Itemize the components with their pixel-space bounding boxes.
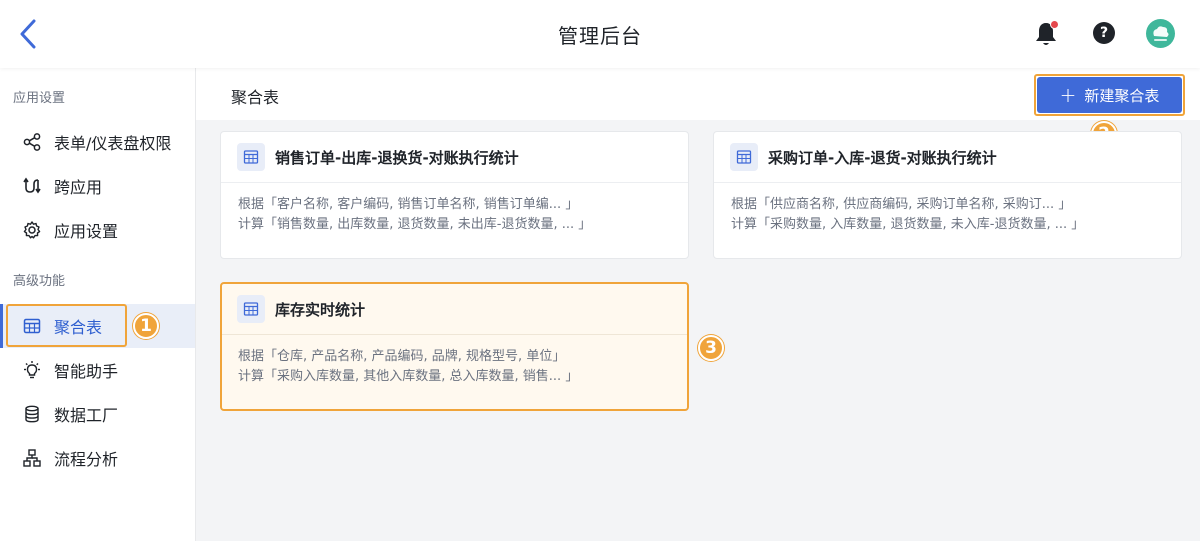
card-title: 采购订单-入库-退货-对账执行统计 [768,148,997,167]
card-group-by: 根据「供应商名称, 供应商编码, 采购订单名称, 采购订... 」 [731,197,1072,212]
card-calculate: 计算「采购数量, 入库数量, 退货数量, 未入库-退货数量, ... 」 [731,217,1085,232]
card-body: 根据「供应商名称, 供应商编码, 采购订单名称, 采购订... 」 计算「采购数… [714,183,1181,235]
avatar[interactable] [1146,19,1175,48]
sidebar-item-process-analysis[interactable]: 流程分析 [0,436,195,480]
aggregate-card[interactable]: 采购订单-入库-退货-对账执行统计 根据「供应商名称, 供应商编码, 采购订单名… [713,131,1182,259]
card-header: 采购订单-入库-退货-对账执行统计 [714,132,1181,183]
cross-app-icon [22,176,42,196]
cloud-logo-icon [1153,26,1169,41]
sidebar-item-cross-app[interactable]: 跨应用 [0,164,195,208]
annotation-box-2 [1034,74,1185,116]
sidebar-item-label: 表单/仪表盘权限 [54,134,172,153]
active-indicator [0,304,3,348]
sidebar-section-app-settings: 应用设置 [13,91,66,106]
page-title: 管理后台 [558,24,642,48]
share-icon [22,132,42,152]
sidebar-item-label: 跨应用 [54,178,103,197]
sidebar-item-label: 数据工厂 [54,406,119,425]
annotation-badge-3: 3 [698,335,724,361]
card-group-by: 根据「客户名称, 客户编码, 销售订单名称, 销售订单编... 」 [238,197,579,212]
sidebar-item-form-permissions[interactable]: 表单/仪表盘权限 [0,120,195,164]
card-group-by: 根据「仓库, 产品名称, 产品编码, 品牌, 规格型号, 单位」 [238,349,566,364]
table-icon [237,143,265,171]
annotation-box-1 [6,304,127,347]
database-icon [22,404,42,424]
card-body: 根据「仓库, 产品名称, 产品编码, 品牌, 规格型号, 单位」 计算「采购入库… [222,335,687,387]
sidebar: 应用设置 表单/仪表盘权限 跨应用 应用设置 高级功能 聚合表 智能助手 数据工… [0,68,196,541]
card-title: 库存实时统计 [275,300,366,319]
card-header: 销售订单-出库-退换货-对账执行统计 [221,132,688,183]
aggregate-card[interactable]: 销售订单-出库-退换货-对账执行统计 根据「客户名称, 客户编码, 销售订单名称… [220,131,689,259]
aggregate-card[interactable]: 库存实时统计 根据「仓库, 产品名称, 产品编码, 品牌, 规格型号, 单位」 … [220,282,689,411]
notification-dot [1050,20,1059,29]
section-title: 聚合表 [231,88,280,107]
table-icon [730,143,758,171]
gear-icon [22,220,42,240]
sidebar-item-label: 智能助手 [54,362,119,381]
top-bar: 管理后台 ? [0,0,1200,68]
sidebar-item-smart-assistant[interactable]: 智能助手 [0,348,195,392]
table-icon [237,295,265,323]
notification-button[interactable] [1033,20,1061,48]
annotation-badge-1: 1 [133,313,159,339]
flowchart-icon [22,448,42,468]
sidebar-section-advanced: 高级功能 [13,274,66,289]
card-body: 根据「客户名称, 客户编码, 销售订单名称, 销售订单编... 」 计算「销售数… [221,183,688,235]
bulb-icon [22,360,42,380]
sidebar-item-label: 流程分析 [54,450,119,469]
sidebar-item-app-settings[interactable]: 应用设置 [0,208,195,252]
card-header: 库存实时统计 [222,284,687,335]
help-button[interactable]: ? [1093,22,1115,44]
card-title: 销售订单-出库-退换货-对账执行统计 [275,148,519,167]
card-calculate: 计算「采购入库数量, 其他入库数量, 总入库数量, 销售... 」 [238,369,579,384]
sidebar-item-label: 应用设置 [54,222,119,241]
card-calculate: 计算「销售数量, 出库数量, 退货数量, 未出库-退货数量, ... 」 [238,217,592,232]
sidebar-item-data-factory[interactable]: 数据工厂 [0,392,195,436]
